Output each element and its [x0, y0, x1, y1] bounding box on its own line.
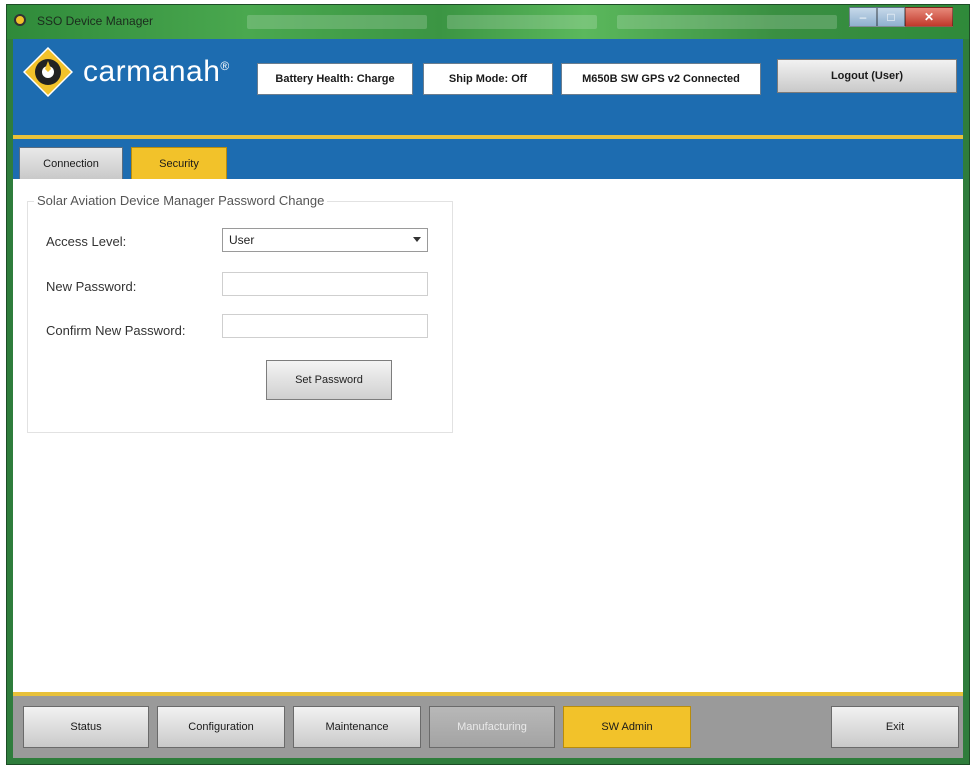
- tab-connection[interactable]: Connection: [19, 147, 123, 179]
- access-level-label: Access Level:: [46, 234, 127, 249]
- brand-wordmark: carmanah: [83, 55, 221, 88]
- minimize-button[interactable]: –: [849, 7, 877, 27]
- taskbar-ghost: [617, 15, 837, 29]
- confirm-password-field[interactable]: [222, 314, 428, 338]
- app-header: carmanah® Battery Health: Charge Ship Mo…: [13, 39, 963, 139]
- logout-button[interactable]: Logout (User): [777, 59, 957, 93]
- taskbar-ghost: [247, 15, 427, 29]
- password-change-group: Solar Aviation Device Manager Password C…: [27, 193, 453, 433]
- new-password-label: New Password:: [46, 279, 137, 294]
- app-window: SSO Device Manager – □ ✕ carmanah® Batte…: [6, 4, 970, 765]
- exit-button[interactable]: Exit: [831, 706, 959, 748]
- sw-admin-button[interactable]: SW Admin: [563, 706, 691, 748]
- registered-mark: ®: [220, 59, 230, 73]
- maximize-icon: □: [887, 10, 895, 24]
- chevron-down-icon: [413, 237, 421, 242]
- access-level-select[interactable]: User: [222, 228, 428, 252]
- window-title: SSO Device Manager: [37, 14, 154, 28]
- taskbar-ghost: [447, 15, 597, 29]
- ship-mode-box: Ship Mode: Off: [423, 63, 553, 95]
- access-level-value: User: [229, 233, 255, 247]
- battery-status-box: Battery Health: Charge: [257, 63, 413, 95]
- configuration-button[interactable]: Configuration: [157, 706, 285, 748]
- security-panel: Solar Aviation Device Manager Password C…: [13, 179, 963, 692]
- carmanah-logo-icon: [23, 47, 73, 97]
- tab-strip: Connection Security: [13, 139, 963, 179]
- app-icon: [14, 14, 26, 26]
- close-icon: ✕: [923, 10, 935, 24]
- confirm-password-label: Confirm New Password:: [46, 323, 186, 338]
- minimize-icon: –: [859, 10, 867, 24]
- maintenance-button[interactable]: Maintenance: [293, 706, 421, 748]
- title-bar: SSO Device Manager – □ ✕: [7, 5, 969, 39]
- maximize-button[interactable]: □: [877, 7, 905, 27]
- device-status-box: M650B SW GPS v2 Connected: [561, 63, 761, 95]
- brand-name: carmanah®: [83, 55, 230, 89]
- new-password-field[interactable]: [222, 272, 428, 296]
- close-button[interactable]: ✕: [905, 7, 953, 27]
- status-button[interactable]: Status: [23, 706, 149, 748]
- footer-nav: Status Configuration Maintenance Manufac…: [13, 692, 963, 758]
- footer-divider: [13, 692, 963, 696]
- group-title: Solar Aviation Device Manager Password C…: [34, 193, 328, 208]
- set-password-button[interactable]: Set Password: [266, 360, 392, 400]
- tab-security[interactable]: Security: [131, 147, 227, 179]
- manufacturing-button[interactable]: Manufacturing: [429, 706, 555, 748]
